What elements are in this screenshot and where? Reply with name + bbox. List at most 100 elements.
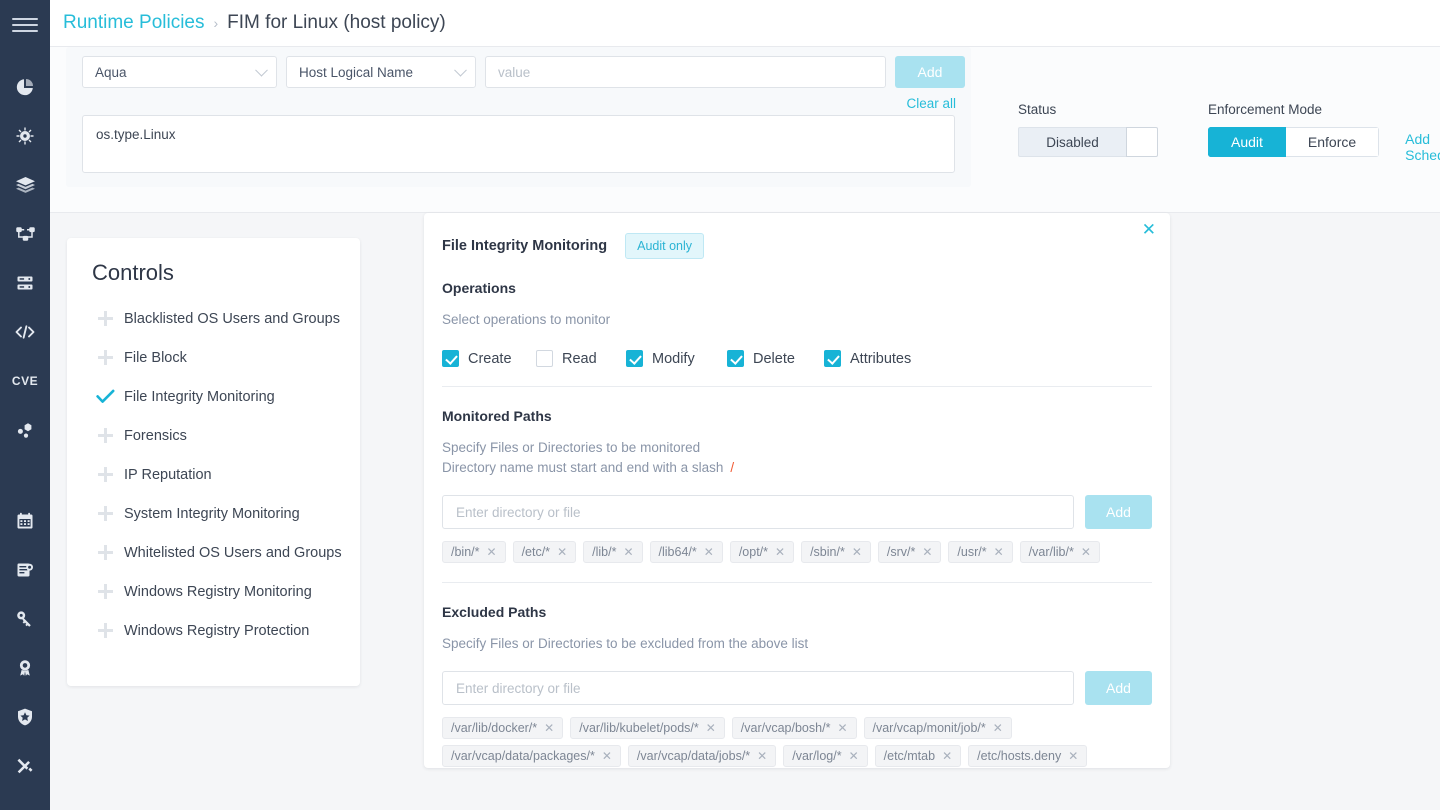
code-brackets-icon[interactable]: [0, 307, 50, 356]
scope-select[interactable]: Aqua: [82, 56, 277, 88]
tools-icon[interactable]: [0, 741, 50, 790]
checkbox-modify[interactable]: [626, 350, 643, 367]
server-stack-icon[interactable]: [0, 258, 50, 307]
monitored-path-input[interactable]: [442, 495, 1074, 529]
remove-tag-icon[interactable]: ✕: [704, 545, 714, 559]
breadcrumb-separator-icon: ›: [213, 15, 219, 31]
operation-read[interactable]: Read: [536, 350, 626, 367]
workflow-icon[interactable]: [0, 209, 50, 258]
remove-tag-icon[interactable]: ✕: [557, 545, 567, 559]
monitored-paths-tag-list: /bin/* ✕ /etc/* ✕ /lib/* ✕ /lib64/* ✕ /opt/*…: [442, 541, 1152, 563]
audit-only-badge: Audit only: [625, 233, 705, 259]
control-item-windows-registry-monitoring[interactable]: Windows Registry Monitoring: [67, 572, 360, 611]
plus-icon: [92, 584, 118, 599]
monitored-path-add-button[interactable]: Add: [1085, 495, 1152, 529]
control-item-file-integrity-monitoring[interactable]: File Integrity Monitoring: [67, 377, 360, 416]
control-item-forensics[interactable]: Forensics: [67, 416, 360, 455]
remove-tag-icon[interactable]: ✕: [757, 749, 767, 763]
remove-tag-icon[interactable]: ✕: [1081, 545, 1091, 559]
award-ribbon-icon[interactable]: [0, 643, 50, 692]
remove-tag-icon[interactable]: ✕: [837, 721, 847, 735]
operation-attributes[interactable]: Attributes: [824, 350, 911, 367]
checkbox-delete[interactable]: [727, 350, 744, 367]
remove-tag-icon[interactable]: ✕: [942, 749, 952, 763]
remove-tag-icon[interactable]: ✕: [544, 721, 554, 735]
remove-tag-icon[interactable]: ✕: [775, 545, 785, 559]
excluded-path-input[interactable]: [442, 671, 1074, 705]
tag-item[interactable]: /etc/hosts.deny ✕: [968, 745, 1088, 767]
tag-item[interactable]: /var/vcap/bosh/* ✕: [731, 717, 857, 739]
remove-tag-icon[interactable]: ✕: [852, 545, 862, 559]
scope-expression-box[interactable]: os.type.Linux: [82, 115, 955, 173]
tag-item[interactable]: /srv/* ✕: [877, 541, 942, 563]
remove-tag-icon[interactable]: ✕: [993, 721, 1003, 735]
bug-shield-icon[interactable]: [0, 111, 50, 160]
attribute-select[interactable]: Host Logical Name: [286, 56, 476, 88]
tag-label: /opt/*: [738, 545, 768, 559]
tag-item[interactable]: /var/log/* ✕: [783, 745, 868, 767]
enforcement-option-audit[interactable]: Audit: [1208, 127, 1286, 157]
remove-tag-icon[interactable]: ✕: [623, 545, 633, 559]
excluded-path-add-button[interactable]: Add: [1085, 671, 1152, 705]
enforcement-group: Enforcement Mode Audit Enforce: [1208, 102, 1380, 157]
cve-text-icon[interactable]: CVE: [0, 356, 50, 405]
filter-row: Aqua Host Logical Name Add: [66, 47, 971, 88]
status-toggle[interactable]: Disabled: [1018, 127, 1158, 157]
tag-item[interactable]: /sbin/* ✕: [801, 541, 871, 563]
control-item-ip-reputation[interactable]: IP Reputation: [67, 455, 360, 494]
pie-chart-icon[interactable]: [0, 62, 50, 111]
remove-tag-icon[interactable]: ✕: [706, 721, 716, 735]
tag-item[interactable]: /var/vcap/monit/job/* ✕: [863, 717, 1012, 739]
tag-item[interactable]: /etc/mtab ✕: [874, 745, 962, 767]
filter-add-button[interactable]: Add: [895, 56, 965, 88]
control-item-windows-registry-protection[interactable]: Windows Registry Protection: [67, 611, 360, 650]
checkbox-create[interactable]: [442, 350, 459, 367]
tag-item[interactable]: /etc/* ✕: [512, 541, 577, 563]
tag-item[interactable]: /bin/* ✕: [442, 541, 506, 563]
policy-body: Controls Blacklisted OS Users and Groups…: [50, 213, 1440, 810]
monitored-hint-line-1: Specify Files or Directories to be monit…: [442, 440, 701, 455]
close-icon[interactable]: ✕: [1142, 221, 1156, 238]
remove-tag-icon[interactable]: ✕: [849, 749, 859, 763]
remove-tag-icon[interactable]: ✕: [602, 749, 612, 763]
operation-create[interactable]: Create: [442, 350, 536, 367]
tag-item[interactable]: /var/vcap/data/packages/* ✕: [442, 745, 621, 767]
add-scheduler-link[interactable]: Add Scheduler: [1405, 131, 1440, 163]
control-item-blacklisted-os-users[interactable]: Blacklisted OS Users and Groups: [67, 299, 360, 338]
checkbox-read[interactable]: [536, 350, 553, 367]
nodes-icon[interactable]: [0, 405, 50, 454]
shield-star-icon[interactable]: [0, 692, 50, 741]
fim-title: File Integrity Monitoring: [442, 238, 608, 254]
enforcement-option-enforce[interactable]: Enforce: [1285, 127, 1380, 157]
tag-item[interactable]: /var/vcap/data/jobs/* ✕: [627, 745, 777, 767]
calendar-icon[interactable]: [0, 496, 50, 545]
tag-item[interactable]: /var/lib/docker/* ✕: [442, 717, 564, 739]
tag-item[interactable]: /var/lib/* ✕: [1019, 541, 1100, 563]
layers-icon[interactable]: [0, 160, 50, 209]
plus-icon: [92, 623, 118, 638]
remove-tag-icon[interactable]: ✕: [994, 545, 1004, 559]
tag-item[interactable]: /opt/* ✕: [729, 541, 795, 563]
tag-item[interactable]: /usr/* ✕: [948, 541, 1013, 563]
control-item-whitelisted-os-users[interactable]: Whitelisted OS Users and Groups: [67, 533, 360, 572]
clear-all-link[interactable]: Clear all: [66, 88, 971, 111]
certificate-doc-icon[interactable]: [0, 545, 50, 594]
status-group: Status Disabled: [1018, 102, 1158, 157]
remove-tag-icon[interactable]: ✕: [1068, 749, 1078, 763]
control-item-file-block[interactable]: File Block: [67, 338, 360, 377]
operation-delete[interactable]: Delete: [727, 350, 824, 367]
operation-modify[interactable]: Modify: [626, 350, 727, 367]
tag-item[interactable]: /var/lib/kubelet/pods/* ✕: [570, 717, 725, 739]
tag-label: /var/vcap/monit/job/*: [872, 721, 986, 735]
tag-item[interactable]: /lib64/* ✕: [649, 541, 723, 563]
remove-tag-icon[interactable]: ✕: [922, 545, 932, 559]
key-icon[interactable]: [0, 594, 50, 643]
filter-value-input[interactable]: [485, 56, 886, 88]
tag-item[interactable]: /lib/* ✕: [583, 541, 643, 563]
control-item-system-integrity-monitoring[interactable]: System Integrity Monitoring: [67, 494, 360, 533]
checkbox-attributes[interactable]: [824, 350, 841, 367]
remove-tag-icon[interactable]: ✕: [487, 545, 497, 559]
breadcrumb-root-link[interactable]: Runtime Policies: [63, 12, 205, 34]
hamburger-menu-icon[interactable]: [12, 12, 38, 38]
status-toggle-knob[interactable]: [1126, 127, 1158, 157]
